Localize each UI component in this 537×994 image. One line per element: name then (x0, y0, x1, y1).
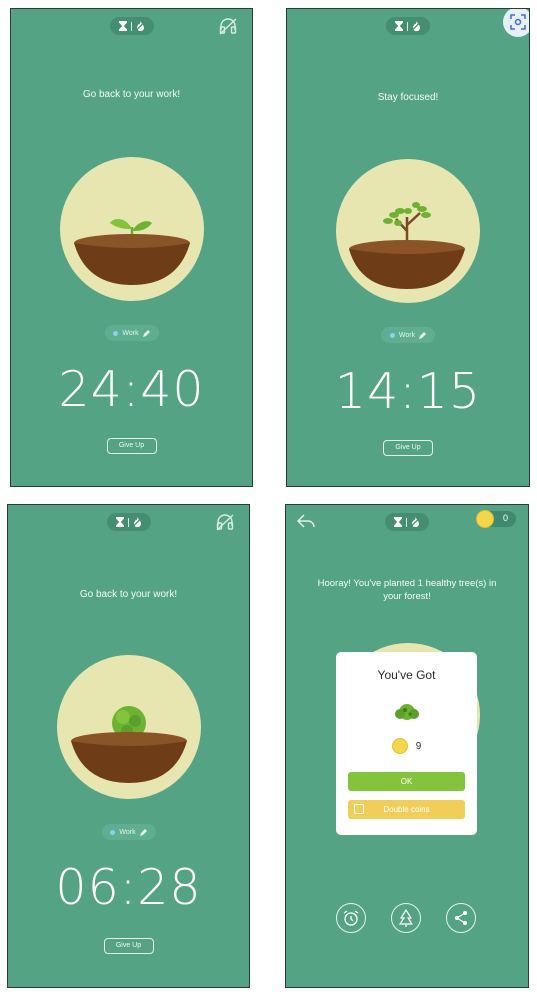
coin-icon (476, 510, 494, 528)
hourglass-icon[interactable] (394, 517, 402, 527)
tree-circle (56, 655, 201, 799)
share-icon (455, 911, 467, 925)
double-coins-label: Double coins (383, 805, 430, 814)
countdown-timer: 14:15 (334, 363, 482, 420)
scan-button[interactable] (503, 9, 529, 37)
reward-dialog: You've Got 9 OK Double coins (336, 652, 477, 835)
tree-circle (336, 159, 480, 303)
bush-icon (395, 704, 419, 720)
timer-screen-3: Go back to your work! Work 06:28 Give Up (7, 504, 250, 988)
give-up-button[interactable]: Give Up (106, 438, 157, 454)
hourglass-icon[interactable] (118, 21, 127, 31)
dialog-title: You've Got (377, 668, 436, 682)
double-coins-button[interactable]: Double coins (348, 800, 465, 819)
reward-amount: 9 (415, 740, 422, 752)
tag-label: Work (122, 329, 139, 337)
tag-label: Work (119, 828, 136, 836)
tag-selector[interactable]: Work (104, 325, 159, 341)
flame-icon[interactable] (132, 517, 142, 527)
tree-circle (59, 157, 204, 301)
motivation-message: Go back to your work! (79, 589, 178, 600)
share-button[interactable] (446, 903, 476, 933)
tag-color-dot (110, 829, 116, 835)
pencil-icon[interactable] (139, 828, 147, 836)
headphones-icon[interactable] (215, 512, 235, 532)
timer-screen-2: Stay focused! Work 14:15 Give Up (286, 8, 530, 487)
mode-toggle[interactable] (386, 17, 430, 35)
tag-label: Work (398, 331, 416, 339)
alarm-clock-icon (343, 910, 359, 926)
tag-selector[interactable]: Work (381, 327, 435, 343)
ok-button[interactable]: OK (348, 772, 465, 791)
forest-button[interactable] (391, 903, 421, 933)
give-up-button[interactable]: Give Up (383, 440, 433, 456)
bush-illustration (70, 706, 187, 783)
timer-screen-1: Go back to your work! Work 24:40 Give Up (10, 8, 253, 487)
headphones-icon[interactable] (218, 16, 238, 36)
hourglass-icon[interactable] (395, 21, 403, 31)
reward-row: 9 (336, 738, 477, 754)
forest-icon (398, 909, 414, 927)
coin-balance[interactable]: 0 (476, 510, 516, 528)
motivation-message: Stay focused! (377, 92, 439, 103)
tag-color-dot (113, 330, 119, 336)
give-up-button[interactable]: Give Up (103, 938, 154, 954)
flame-icon[interactable] (412, 21, 421, 31)
coin-count: 0 (502, 513, 508, 523)
tag-selector[interactable]: Work (101, 824, 156, 840)
countdown-timer: 06:28 (55, 859, 202, 916)
alarm-button[interactable] (336, 903, 366, 933)
mode-toggle[interactable] (109, 17, 154, 35)
scan-icon (510, 14, 526, 30)
mode-toggle[interactable] (385, 513, 429, 531)
flame-icon[interactable] (411, 517, 420, 527)
pencil-icon[interactable] (419, 331, 427, 339)
motivation-message: Go back to your work! (82, 89, 181, 100)
mode-toggle[interactable] (106, 513, 151, 531)
sprout-illustration (73, 219, 190, 285)
tag-color-dot (389, 332, 395, 338)
pencil-icon[interactable] (142, 329, 150, 337)
video-icon (354, 804, 364, 814)
success-message: Hooray! You've planted 1 healthy tree(s)… (317, 578, 497, 602)
back-arrow-icon[interactable] (297, 514, 315, 528)
flame-icon[interactable] (135, 21, 145, 31)
coin-icon (391, 738, 408, 754)
countdown-timer: 24:40 (58, 361, 205, 418)
result-screen: 0 Hooray! You've planted 1 healthy tree(… (285, 504, 529, 988)
hourglass-icon[interactable] (115, 517, 124, 527)
sapling-illustration (349, 202, 465, 289)
